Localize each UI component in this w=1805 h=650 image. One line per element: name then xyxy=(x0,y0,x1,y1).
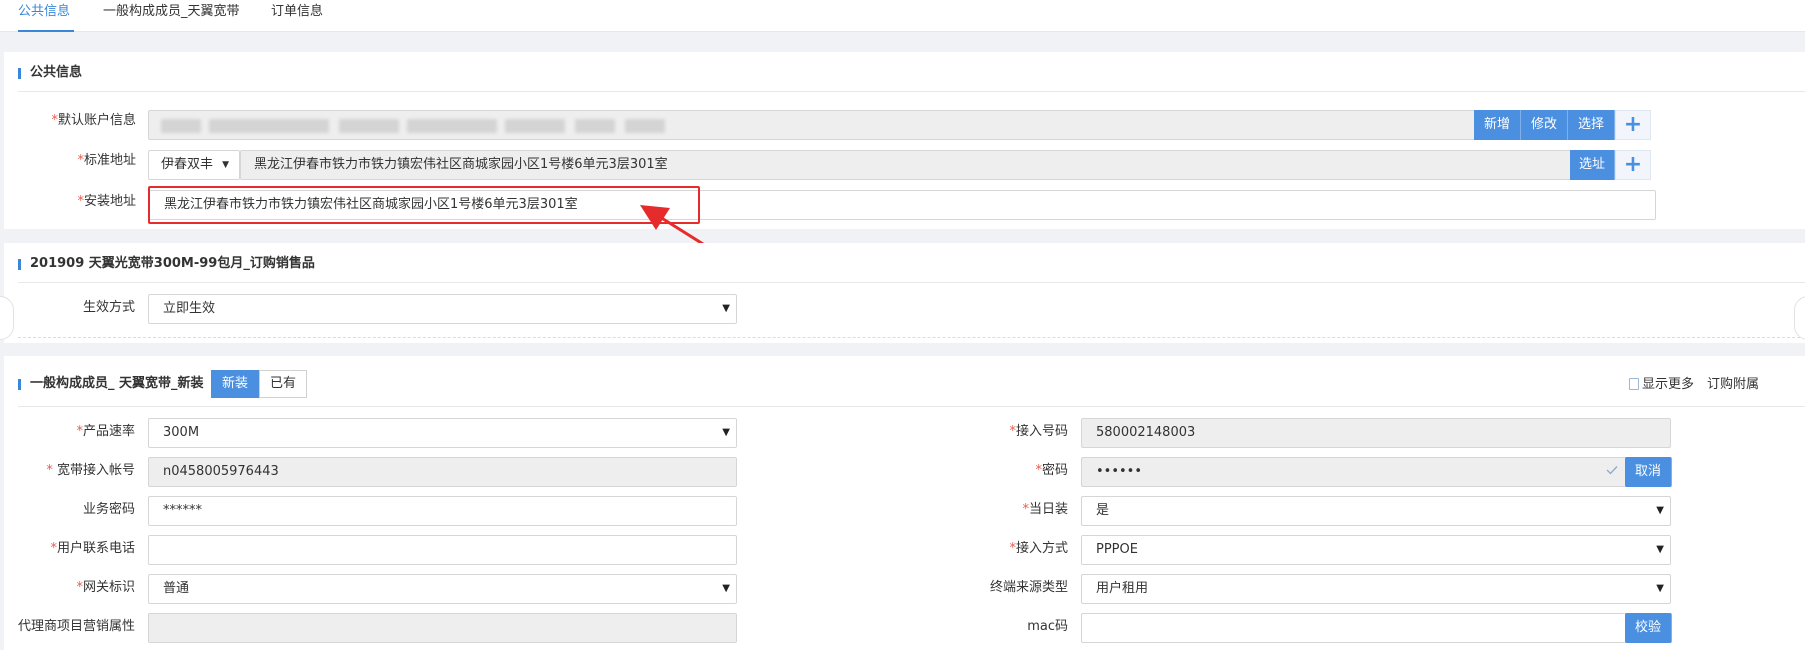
verify-button[interactable]: 校验 xyxy=(1625,613,1672,643)
access-method-value: PPPOE xyxy=(1096,542,1138,557)
redacted-text xyxy=(575,119,615,133)
show-more-link[interactable]: 显示更多 xyxy=(1629,377,1694,393)
tab-member-broadband[interactable]: 一般构成成员_天翼宽带 xyxy=(103,0,240,32)
contact-phone-input[interactable] xyxy=(148,535,737,565)
effect-value: 立即生效 xyxy=(163,301,216,316)
gateway-label-text: 网关标识 xyxy=(82,580,135,595)
section-divider xyxy=(18,406,1805,407)
account-label: *默认账户信息 xyxy=(4,113,136,129)
redacted-text xyxy=(505,119,565,133)
document-icon xyxy=(1629,378,1639,390)
speed-select[interactable]: 300M ▼ xyxy=(148,418,737,448)
gateway-value: 普通 xyxy=(163,581,190,596)
effect-label: 生效方式 xyxy=(82,300,135,315)
access-method-select[interactable]: PPPOE ▼ xyxy=(1081,535,1671,565)
gateway-label: *网关标识 xyxy=(4,580,135,596)
contact-phone-label-text: 用户联系电话 xyxy=(56,541,135,556)
caret-down-icon: ▼ xyxy=(1656,583,1664,594)
redacted-text xyxy=(407,119,497,133)
scroll-right-handle[interactable] xyxy=(1794,296,1805,340)
access-method-label: *接入方式 xyxy=(904,541,1068,557)
mac-label: mac码 xyxy=(1027,619,1068,634)
same-day-value: 是 xyxy=(1096,503,1110,518)
order-attach-link[interactable]: 订购附属 xyxy=(1707,377,1759,393)
toggle-existing[interactable]: 已有 xyxy=(259,370,307,398)
edit-account-button[interactable]: 修改 xyxy=(1521,110,1568,140)
dashed-divider xyxy=(18,337,1805,338)
caret-down-icon: ▼ xyxy=(1656,544,1664,555)
same-day-label: *当日装 xyxy=(904,502,1068,518)
tab-order-info[interactable]: 订单信息 xyxy=(271,0,323,32)
speed-label-text: 产品速率 xyxy=(82,424,135,439)
redacted-text xyxy=(625,119,665,133)
broadband-account-field[interactable]: n0458005976443 xyxy=(148,457,737,487)
section-title-public-info: 公共信息 xyxy=(18,65,82,81)
password-label: *密码 xyxy=(904,463,1068,479)
broadband-account-label-text: 宽带接入帐号 xyxy=(52,463,135,478)
caret-down-icon: ▼ xyxy=(1656,505,1664,516)
caret-down-icon: ▼ xyxy=(222,160,229,170)
cancel-button[interactable]: 取消 xyxy=(1625,457,1672,487)
access-number-label-text: 接入号码 xyxy=(1015,424,1068,439)
access-method-label-text: 接入方式 xyxy=(1015,541,1068,556)
mac-input[interactable] xyxy=(1081,613,1629,643)
caret-down-icon: ▼ xyxy=(722,427,730,438)
account-field[interactable] xyxy=(148,110,1478,140)
std-address-label-text: 标准地址 xyxy=(83,153,136,168)
access-number-label: *接入号码 xyxy=(904,424,1068,440)
agent-project-field[interactable] xyxy=(148,613,737,643)
show-more-text: 显示更多 xyxy=(1642,377,1695,392)
effect-select[interactable]: 立即生效 ▼ xyxy=(148,294,737,324)
tab-public-info[interactable]: 公共信息 xyxy=(18,0,74,32)
tab-bar: 公共信息 一般构成成员_天翼宽带 订单信息 xyxy=(0,0,1805,32)
account-plus-button[interactable]: + xyxy=(1615,110,1651,140)
speed-value: 300M xyxy=(163,425,200,440)
annotation-highlight-box xyxy=(148,186,700,224)
add-account-button[interactable]: 新增 xyxy=(1474,110,1521,140)
terminal-source-select[interactable]: 用户租用 ▼ xyxy=(1081,574,1671,604)
same-day-label-text: 当日装 xyxy=(1028,502,1068,517)
password-label-text: 密码 xyxy=(1041,463,1068,478)
section-title-member: 一般构成成员_ 天翼宽带_新装 xyxy=(18,376,204,392)
same-day-select[interactable]: 是 ▼ xyxy=(1081,496,1671,526)
caret-down-icon: ▼ xyxy=(722,303,730,314)
toggle-new-install[interactable]: 新装 xyxy=(211,370,259,398)
account-label-text: 默认账户信息 xyxy=(57,113,136,128)
redacted-text xyxy=(339,119,399,133)
service-password-label: 业务密码 xyxy=(82,502,135,517)
agent-project-label: 代理商项目营销属性 xyxy=(17,619,135,634)
access-number-field[interactable]: 580002148003 xyxy=(1081,418,1671,448)
section-title-product: 201909 天翼光宽带300M-99包月_订购销售品 xyxy=(18,256,315,272)
section-divider xyxy=(18,282,1805,283)
install-address-label: *安装地址 xyxy=(4,194,136,210)
terminal-source-value: 用户租用 xyxy=(1096,581,1149,596)
password-value: •••••• xyxy=(1096,464,1143,479)
address-plus-button[interactable]: + xyxy=(1615,150,1651,180)
install-address-label-text: 安装地址 xyxy=(83,194,136,209)
redacted-text xyxy=(209,119,329,133)
std-address-field[interactable]: 黑龙江伊春市铁力市铁力镇宏伟社区商城家园小区1号楼6单元3层301室 xyxy=(240,150,1574,180)
section-divider xyxy=(18,91,1805,92)
password-input[interactable]: •••••• xyxy=(1081,457,1629,487)
region-dropdown[interactable]: 伊春双丰 ▼ xyxy=(148,150,240,180)
terminal-source-label: 终端来源类型 xyxy=(989,580,1068,595)
member-card: 一般构成成员_ 天翼宽带_新装 新装 已有 显示更多 订购附属 *产品速率 30… xyxy=(4,356,1805,650)
check-icon xyxy=(1606,466,1618,475)
std-address-label: *标准地址 xyxy=(4,153,136,169)
product-card: 201909 天翼光宽带300M-99包月_订购销售品 生效方式 立即生效 ▼ xyxy=(4,243,1805,343)
select-account-button[interactable]: 选择 xyxy=(1568,110,1615,140)
redacted-text xyxy=(161,119,201,133)
service-password-input[interactable]: ****** xyxy=(148,496,737,526)
speed-label: *产品速率 xyxy=(4,424,135,440)
choose-address-button[interactable]: 选址 xyxy=(1570,150,1615,180)
broadband-account-label: * 宽带接入帐号 xyxy=(4,463,135,479)
caret-down-icon: ▼ xyxy=(722,583,730,594)
gateway-select[interactable]: 普通 ▼ xyxy=(148,574,737,604)
region-value: 伊春双丰 xyxy=(161,157,214,172)
contact-phone-label: *用户联系电话 xyxy=(4,541,135,557)
